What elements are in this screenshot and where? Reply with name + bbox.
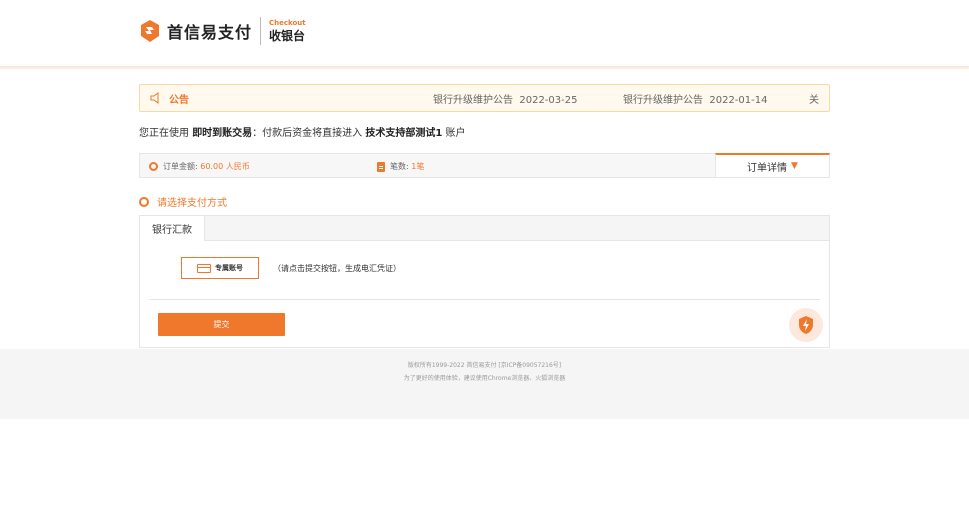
notice-bar: 公告 银行升级维护公告 2022-03-25 银行升级维护公告 2022-01-…	[139, 84, 830, 112]
checkout-label: Checkout 收银台	[269, 19, 306, 44]
amount-value: 60.00 人民币	[200, 162, 250, 171]
notice-item-text[interactable]: 银行升级维护公告	[623, 95, 703, 106]
order-summary: 订单金额: 60.00 人民币 笔数: 1笔 订单详情 ▼	[139, 153, 830, 178]
header-divider	[0, 66, 969, 69]
header: 首信易支付 Checkout 收银台	[0, 0, 969, 69]
trade-mode: 即时到账交易	[192, 128, 253, 139]
browser-tip: 为了更好的使用体验，建议使用Chrome浏览器、火狐浏览器	[403, 375, 566, 382]
logo-separator	[260, 17, 262, 45]
notice-item[interactable]: 银行升级维护公告 2022-03-25	[433, 91, 577, 106]
merchant-name: 技术支持部测试1	[365, 128, 443, 139]
radio-icon	[139, 196, 149, 207]
amount-label: 订单金额:	[163, 162, 198, 171]
checkout-cn: 收银台	[269, 28, 306, 43]
submit-button[interactable]: 提交	[158, 313, 285, 336]
notice-item-date: 2022-03-25	[519, 94, 578, 106]
order-details-toggle[interactable]: 订单详情 ▼	[715, 153, 830, 178]
count-value: 1笔	[411, 162, 425, 171]
usage-middle: ：付款后资金将直接进入	[252, 128, 363, 139]
dedicated-account-label: 专属账号	[215, 264, 243, 272]
payment-panel: 银行汇款 专属账号 （请点击提交按钮，生成电汇凭证） 提交	[139, 215, 830, 348]
notice-item-date: 2022-01-14	[709, 94, 768, 106]
notice-item-text[interactable]: 银行升级维护公告	[433, 95, 513, 106]
choose-payment-heading: 请选择支付方式	[139, 194, 830, 209]
usage-prefix: 您正在使用	[139, 128, 189, 139]
notice-close-button[interactable]: 关	[809, 91, 819, 106]
document-icon	[377, 161, 385, 172]
card-icon	[197, 263, 211, 273]
order-count: 笔数: 1笔	[377, 161, 424, 172]
copyright-text: 版权所有1999-2022 首信易支付 [京ICP备09057216号]	[407, 362, 562, 369]
notice-item[interactable]: 银行升级维护公告 2022-01-14	[623, 91, 767, 106]
notice-title: 公告	[169, 94, 189, 106]
speaker-icon	[150, 92, 159, 104]
shield-icon	[799, 316, 813, 334]
tab-bank-transfer[interactable]: 银行汇款	[139, 215, 205, 241]
choose-payment-label: 请选择支付方式	[157, 198, 227, 209]
order-amount: 订单金额: 60.00 人民币	[149, 161, 250, 172]
usage-suffix: 账户	[445, 128, 466, 139]
logo[interactable]: 首信易支付 Checkout 收银台	[139, 17, 306, 45]
count-label: 笔数:	[390, 162, 409, 171]
brand-logo-icon	[141, 20, 159, 42]
brand-name: 首信易支付	[167, 23, 253, 42]
footer: 版权所有1999-2022 首信易支付 [京ICP备09057216号] 为了更…	[0, 349, 969, 419]
divider	[149, 299, 820, 300]
amount-icon	[149, 162, 158, 171]
usage-info: 您正在使用 即时到账交易：付款后资金将直接进入 技术支持部测试1 账户	[139, 124, 830, 139]
payment-tabs: 银行汇款	[139, 215, 829, 241]
dedicated-account-option[interactable]: 专属账号	[181, 257, 259, 279]
submit-hint: （请点击提交按钮，生成电汇凭证）	[273, 264, 401, 273]
order-details-label: 订单详情	[747, 162, 788, 174]
checkout-en: Checkout	[269, 18, 306, 27]
caret-down-icon: ▼	[791, 161, 798, 171]
security-badge[interactable]	[789, 308, 823, 342]
